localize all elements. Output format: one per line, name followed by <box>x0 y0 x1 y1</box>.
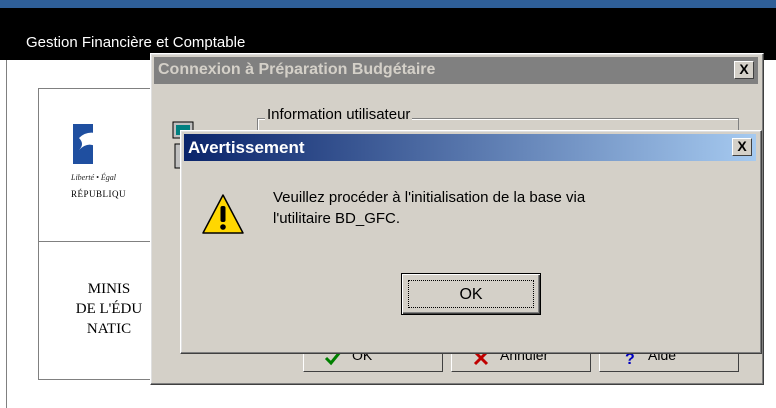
warning-ok-label: OK <box>408 280 534 308</box>
connexion-close-button[interactable]: X <box>734 61 754 79</box>
warning-ok-button[interactable]: OK <box>401 273 541 315</box>
warning-title-bar[interactable]: Avertissement X <box>184 134 756 161</box>
app-title: Gestion Financière et Comptable <box>26 34 246 51</box>
user-info-label: Information utilisateur <box>265 106 413 123</box>
connexion-title: Connexion à Préparation Budgétaire <box>158 61 436 78</box>
warning-dialog: Avertissement X Veuillez procéder à l'in… <box>180 130 762 354</box>
warning-icon <box>202 194 244 234</box>
logo-motto: Liberté • Égal <box>71 173 117 182</box>
logo-republic: RÉPUBLIQU <box>71 189 127 199</box>
app-top-strip <box>0 0 776 8</box>
marianne-logo-icon <box>73 124 133 164</box>
warning-message-line-2: l'utilitaire BD_GFC. <box>273 210 401 227</box>
warning-message: Veuillez procéder à l'initialisation de … <box>273 187 733 229</box>
warning-close-button[interactable]: X <box>732 138 752 156</box>
warning-title: Avertissement <box>188 138 305 157</box>
warning-message-line-1: Veuillez procéder à l'initialisation de … <box>273 189 586 206</box>
connexion-title-bar[interactable]: Connexion à Préparation Budgétaire X <box>154 57 758 84</box>
